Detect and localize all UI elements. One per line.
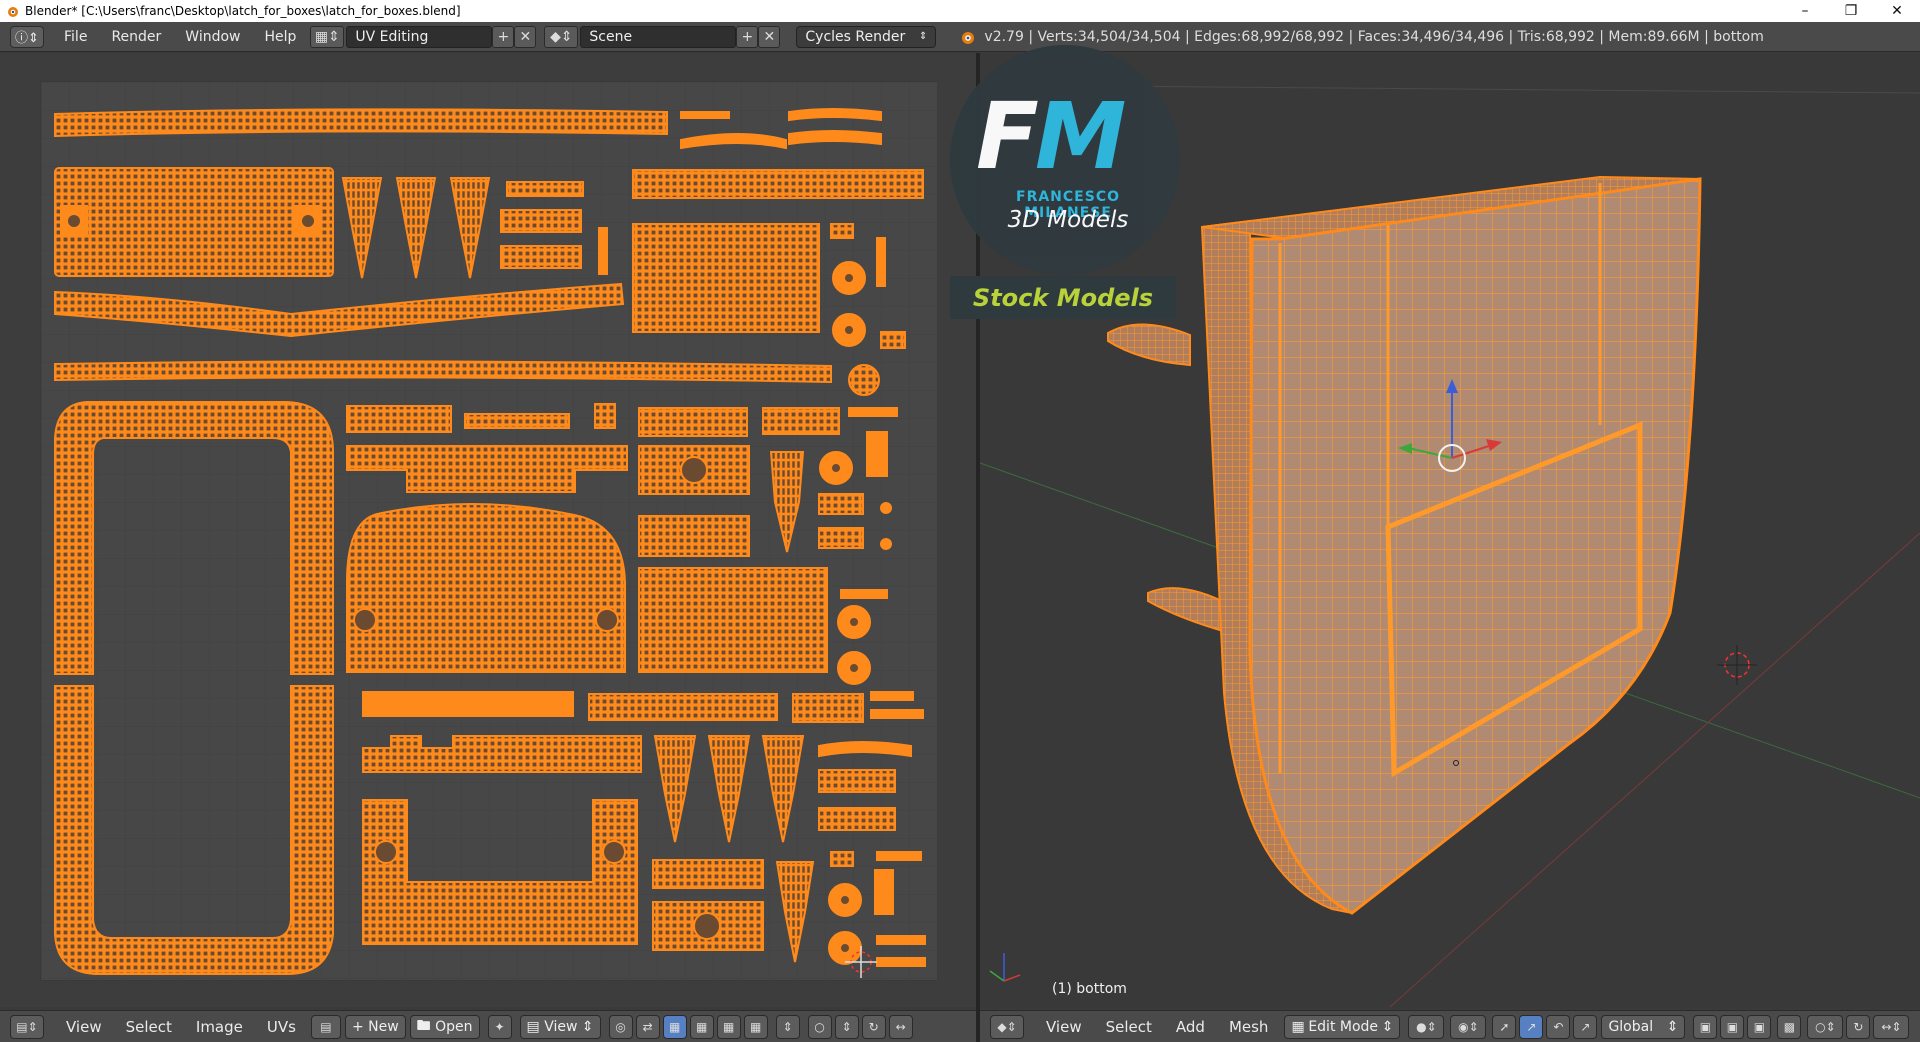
vertex-select-icon[interactable]: ▦ [662, 1014, 687, 1039]
snap-icon[interactable]: ⇕ [834, 1014, 859, 1039]
face-select-icon[interactable]: ▦ [716, 1014, 741, 1039]
plus-icon: + [351, 1018, 369, 1035]
viewport-shading-icon[interactable]: ●⇕ [1408, 1014, 1445, 1039]
uv-island [54, 108, 668, 138]
open-image-button[interactable]: 🖿 Open [409, 1014, 480, 1039]
add-screen-icon[interactable]: + [492, 25, 515, 48]
menu-window[interactable]: Window [173, 26, 252, 48]
uv-editor-header: ▤⇕ View Select Image UVs ▤ + New 🖿 Open … [0, 1010, 976, 1042]
logo-letter-f: F [976, 83, 1039, 190]
blender-logo-icon [8, 7, 18, 17]
screen-layout-icon[interactable]: ▦⇕ [310, 25, 345, 48]
info-icon: ⓘ⇕ [15, 31, 39, 46]
viewport-menu-select[interactable]: Select [1094, 1018, 1164, 1036]
limit-selection-icon[interactable]: ▩ [1777, 1014, 1802, 1039]
scene-field[interactable]: Scene [580, 25, 737, 48]
info-header: ⓘ⇕ File Render Window Help ▦⇕ UV Editing… [0, 22, 1920, 52]
folder-icon: 🖿 [416, 1017, 436, 1034]
menu-render[interactable]: Render [99, 26, 173, 48]
manipulator-toggle-icon[interactable]: ➚ [1492, 1014, 1517, 1039]
view-axis-widget [989, 953, 1021, 982]
delete-screen-icon[interactable]: ✕ [514, 25, 537, 48]
layer-icon[interactable]: ▣ [1720, 1014, 1745, 1039]
render-engine-label: Cycles Render [805, 28, 906, 45]
translate-manipulator-icon[interactable]: ↗ [1519, 1014, 1544, 1039]
3d-cursor [1717, 645, 1757, 685]
transform-orientation-label: Global [1608, 1018, 1654, 1035]
watermark-logo: FM FRANCESCO MILANESE 3D Models [950, 45, 1180, 275]
snap-element-icon[interactable]: ↔⇕ [1873, 1014, 1910, 1039]
image-browse-icon[interactable]: ▤ [310, 1014, 341, 1039]
add-scene-icon[interactable]: + [736, 25, 759, 48]
editor-type-3d-icon[interactable]: ◆⇕ [990, 1014, 1024, 1039]
uv-view-mode-dropdown[interactable]: ▤ View ⇕ [519, 1014, 601, 1039]
dropdown-arrows-icon: ⇕ [1666, 1018, 1679, 1035]
scene-icon[interactable]: ◆⇕ [544, 25, 579, 48]
viewport-header: ◆⇕ View Select Add Mesh ▦ Edit Mode ⇕ ●⇕ ◉… [980, 1010, 1920, 1042]
logo-letter-m: M [1034, 83, 1127, 190]
edge-select-icon[interactable]: ▦ [689, 1014, 714, 1039]
dropdown-arrows-icon: ⇕ [919, 31, 928, 42]
scale-manipulator-icon[interactable]: ↗ [1573, 1014, 1598, 1039]
viewport-menu-add[interactable]: Add [1164, 1018, 1217, 1036]
open-image-label: Open [435, 1018, 473, 1035]
island-select-icon[interactable]: ▦ [743, 1014, 768, 1039]
new-image-label: New [368, 1018, 399, 1035]
screen-layout-field[interactable]: UV Editing [346, 25, 493, 48]
image-icon: ▤ [526, 1018, 545, 1035]
proportional-edit-icon[interactable]: ○ [807, 1014, 832, 1039]
menu-help[interactable]: Help [252, 26, 308, 48]
uv-island [346, 503, 626, 673]
watermark-subtitle: 3D Models [1007, 207, 1129, 233]
pin-icon[interactable]: ✦ [487, 1014, 512, 1039]
pivot-point-icon[interactable]: ◉⇕ [1450, 1014, 1487, 1039]
edit-mode-icon: ▦ [1291, 1018, 1305, 1035]
close-icon[interactable]: ✕ [1874, 0, 1920, 22]
transform-orientation-dropdown[interactable]: Global ⇕ [1601, 1014, 1686, 1039]
uv-menu-image[interactable]: Image [184, 1018, 255, 1036]
editor-type-uv-icon[interactable]: ▤⇕ [10, 1014, 44, 1039]
rotate-manipulator-icon[interactable]: ↶ [1546, 1014, 1571, 1039]
menu-file[interactable]: File [52, 26, 99, 48]
window-titlebar: Blender* [C:\Users\franc\Desktop\latch_f… [0, 0, 1920, 22]
snap-icon[interactable]: ↻ [1846, 1014, 1871, 1039]
layer-icon[interactable]: ▣ [1693, 1014, 1718, 1039]
new-image-button[interactable]: + New [344, 1014, 406, 1039]
interaction-mode-dropdown[interactable]: ▦ Edit Mode ⇕ [1284, 1014, 1401, 1039]
restore-icon[interactable]: ❐ [1828, 0, 1874, 22]
blender-logo-icon [962, 31, 975, 44]
dropdown-arrows-icon: ⇕ [1381, 1018, 1394, 1035]
editor-type-info-button[interactable]: ⓘ⇕ [10, 25, 44, 48]
scene-statistics: v2.79 | Verts:34,504/34,504 | Edges:68,9… [984, 28, 1764, 45]
sync-selection-icon[interactable]: ⇄ [635, 1014, 660, 1039]
uv-menu-select[interactable]: Select [114, 1018, 184, 1036]
viewport-menu-mesh[interactable]: Mesh [1217, 1018, 1281, 1036]
mesh-object-front [1248, 177, 1702, 915]
pivot-icon[interactable]: ◎ [608, 1014, 633, 1039]
uv-sculpt-icon[interactable]: ↻ [861, 1014, 886, 1039]
delete-scene-icon[interactable]: ✕ [758, 25, 781, 48]
minimize-icon[interactable]: – [1782, 0, 1828, 22]
uv-menu-view[interactable]: View [54, 1018, 114, 1036]
active-object-label: (1) bottom [1052, 981, 1127, 997]
blender-window: Blender* [C:\Users\franc\Desktop\latch_f… [0, 0, 1920, 1042]
uv-islands [41, 82, 939, 982]
watermark-banner: Stock Models [950, 276, 1176, 319]
layer-icon[interactable]: ▣ [1747, 1014, 1772, 1039]
uv-menu-uvs[interactable]: UVs [255, 1018, 308, 1036]
uv-canvas[interactable] [40, 81, 939, 982]
uv-view-mode-label: View [544, 1018, 578, 1035]
sticky-mode-icon[interactable]: ⇕ [775, 1014, 800, 1039]
viewport-menu-view[interactable]: View [1034, 1018, 1094, 1036]
window-title: Blender* [C:\Users\franc\Desktop\latch_f… [25, 4, 461, 18]
snap-element-icon[interactable]: ↔ [888, 1014, 913, 1039]
render-engine-dropdown[interactable]: Cycles Render ⇕ [796, 25, 937, 48]
interaction-mode-label: Edit Mode [1308, 1018, 1379, 1035]
proportional-edit-icon[interactable]: ○⇕ [1807, 1014, 1844, 1039]
uv-island [54, 167, 334, 277]
uv-image-editor[interactable] [0, 53, 976, 1007]
